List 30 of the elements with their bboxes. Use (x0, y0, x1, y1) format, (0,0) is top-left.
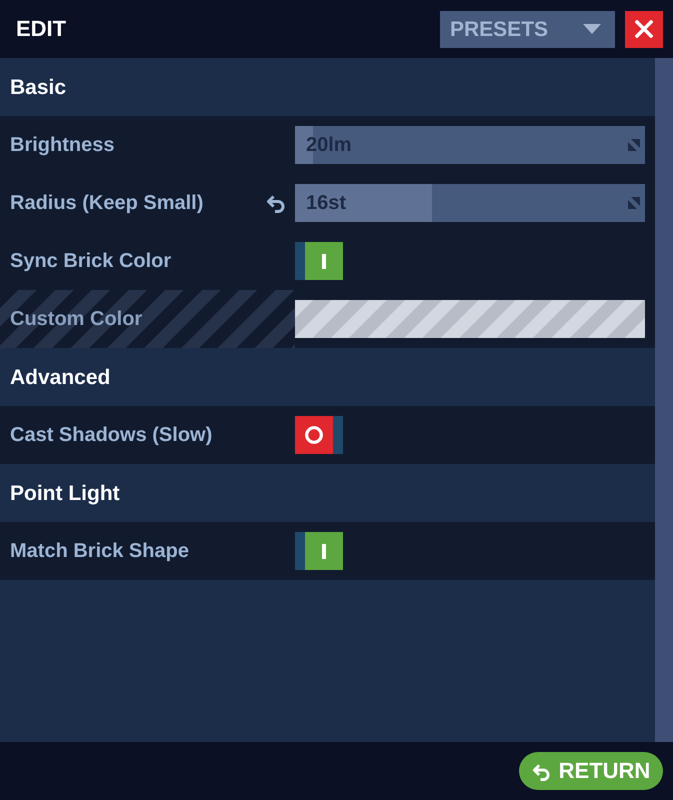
property-label: Match Brick Shape (10, 541, 189, 561)
slider-track[interactable]: 16st (295, 184, 645, 222)
property-label: Sync Brick Color (10, 251, 172, 271)
scrollbar[interactable] (655, 58, 673, 742)
window-title: EDIT (16, 18, 66, 40)
caret-icon (583, 24, 601, 34)
return-button[interactable]: RETURN (519, 752, 663, 790)
section-title: Point Light (10, 482, 120, 504)
bar-icon (322, 254, 326, 268)
presets-dropdown[interactable]: PRESETS (440, 10, 615, 48)
slider-value: 16st (306, 193, 346, 213)
toggle-switch[interactable] (295, 532, 343, 570)
close-button[interactable] (625, 10, 663, 48)
toggle-switch[interactable] (295, 416, 343, 454)
undo-icon (532, 762, 551, 780)
section-title: Advanced (10, 366, 110, 388)
expand-icon (628, 139, 640, 151)
section-title: Basic (10, 76, 66, 98)
expand-icon (628, 197, 640, 209)
property-label: Brightness (10, 135, 114, 155)
ring-icon (305, 426, 323, 444)
undo-icon[interactable] (266, 193, 286, 213)
property-label: Cast Shadows (Slow) (10, 425, 212, 445)
slider-track[interactable]: 20lm (295, 126, 645, 164)
property-label: Radius (Keep Small) (10, 193, 204, 213)
toggle-switch[interactable] (295, 242, 343, 280)
property-label: Custom Color (10, 309, 142, 329)
slider-value: 20lm (306, 135, 352, 155)
bar-icon (322, 544, 326, 558)
close-icon (635, 20, 653, 38)
